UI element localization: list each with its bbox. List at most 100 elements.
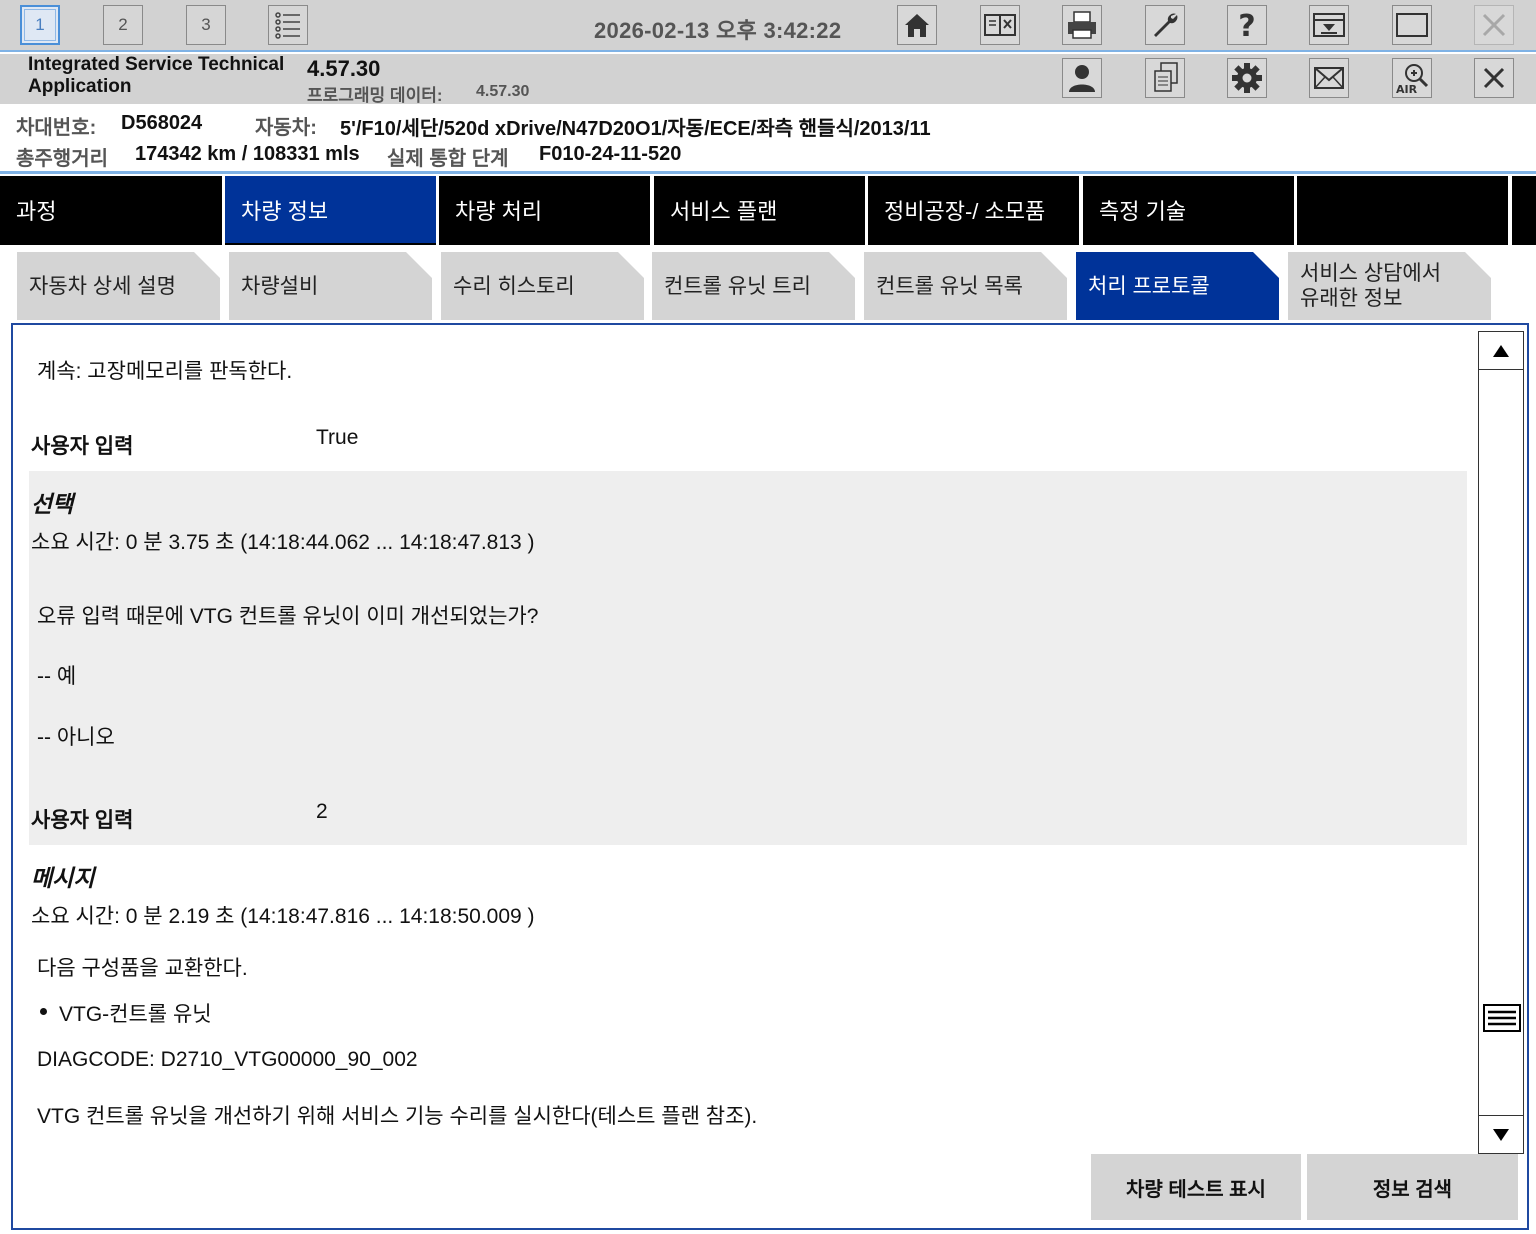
tab-process[interactable]: 과정 — [0, 176, 222, 245]
subtab-vehicle-description-label: 자동차 상세 설명 — [29, 274, 176, 298]
tab-measurement[interactable]: 측정 기술 — [1083, 176, 1294, 245]
user-icon — [1069, 65, 1095, 92]
close-app-button[interactable] — [1474, 5, 1514, 45]
app-version: 4.57.30 — [307, 56, 381, 81]
air-search-button[interactable]: AIR — [1392, 58, 1432, 98]
tab-measurement-label: 측정 기술 — [1099, 198, 1187, 224]
vertical-scrollbar[interactable] — [1478, 331, 1524, 1154]
subtab-equipment-label: 차량설비 — [241, 274, 319, 298]
continue-line: 계속: 고장메모리를 판독한다. — [37, 360, 293, 383]
info-search-button[interactable]: 정보 검색 — [1307, 1154, 1518, 1220]
tools-button[interactable] — [1145, 5, 1185, 45]
workspace-1-button[interactable]: 1 — [20, 5, 60, 45]
workspace-2-button[interactable]: 2 — [103, 5, 143, 45]
print-icon — [1068, 11, 1096, 39]
service-text: VTG 컨트롤 유닛을 개선하기 위해 서비스 기능 수리를 실시한다(테스트 … — [37, 1105, 758, 1128]
subtab-processing-protocol-label: 처리 프로토콜 — [1088, 274, 1210, 298]
subtab-processing-protocol[interactable]: 처리 프로토콜 — [1076, 252, 1279, 320]
user-input-value-2: 2 — [316, 800, 328, 823]
window-button[interactable] — [1392, 5, 1432, 45]
subtab-vehicle-description[interactable]: 자동차 상세 설명 — [17, 252, 220, 320]
subtab-control-unit-tree[interactable]: 컨트롤 유닛 트리 — [652, 252, 855, 320]
tab-workshop[interactable]: 정비공장-/ 소모품 — [868, 176, 1079, 245]
help-button[interactable]: ? — [1227, 5, 1267, 45]
subtab-repair-history[interactable]: 수리 히스토리 — [441, 252, 644, 320]
grip-icon — [1483, 1004, 1521, 1032]
tab-overflow[interactable] — [1512, 176, 1536, 245]
documents-icon — [1154, 62, 1178, 92]
component-item: VTG-컨트롤 유닛 — [59, 1003, 212, 1026]
ilevel-value: F010-24-11-520 — [539, 143, 682, 165]
mail-icon — [1314, 67, 1344, 89]
section-message-title: 메시지 — [31, 865, 95, 891]
subtab-control-unit-tree-label: 컨트롤 유닛 트리 — [664, 274, 811, 298]
workspace-3-button[interactable]: 3 — [186, 5, 226, 45]
option-no: -- 아니오 — [37, 726, 115, 749]
svg-text:AIR: AIR — [1396, 83, 1418, 95]
user-input-label-2: 사용자 입력 — [31, 809, 134, 832]
tab-vehicle-info-label: 차량 정보 — [241, 198, 329, 224]
protocol-content: 계속: 고장메모리를 판독한다. 사용자 입력 True 선택 소요 시간: 0… — [13, 325, 1477, 1145]
close-icon — [1482, 13, 1506, 37]
tab-service-plan[interactable]: 서비스 플랜 — [654, 176, 865, 245]
user-button[interactable] — [1062, 58, 1102, 98]
settings-button[interactable] — [1227, 58, 1267, 98]
app-name: Integrated Service Technical Application — [28, 54, 285, 97]
list-icon — [275, 12, 300, 39]
scroll-up-button[interactable] — [1479, 332, 1523, 370]
vehicle-value: 5'/F10/세단/520d xDrive/N47D20O1/자동/ECE/좌측… — [340, 118, 931, 140]
home-button[interactable] — [897, 5, 937, 45]
show-vehicle-test-label: 차량 테스트 표시 — [1126, 1178, 1266, 1201]
workspace-2-label: 2 — [118, 15, 128, 34]
subtab-control-unit-list-label: 컨트롤 유닛 목록 — [876, 274, 1023, 298]
subtab-control-unit-list[interactable]: 컨트롤 유닛 목록 — [864, 252, 1067, 320]
air-search-icon: AIR — [1396, 64, 1429, 95]
tab-workshop-label: 정비공장-/ 소모품 — [884, 198, 1046, 224]
tab-empty[interactable] — [1297, 176, 1508, 245]
close-session-button[interactable] — [1474, 58, 1514, 98]
show-vehicle-test-button[interactable]: 차량 테스트 표시 — [1091, 1154, 1301, 1220]
vehicle-info: 차대번호: D568024 자동차: 5'/F10/세단/520d xDrive… — [0, 104, 1536, 174]
top-toolbar: 1 2 3 2026-02-13 오후 3:42:22 ? — [0, 0, 1536, 52]
chassis-label: 차대번호: — [16, 117, 97, 139]
user-input-value-1: True — [316, 426, 359, 449]
tab-vehicle-processing-label: 차량 처리 — [455, 198, 543, 224]
wrench-icon — [1154, 13, 1178, 37]
documents-button[interactable] — [1145, 58, 1185, 98]
protocol-panel: 계속: 고장메모리를 판독한다. 사용자 입력 True 선택 소요 시간: 0… — [11, 323, 1529, 1230]
window-icon — [1396, 13, 1428, 37]
subtab-equipment[interactable]: 차량설비 — [229, 252, 432, 320]
workspace-1-label: 1 — [35, 15, 45, 34]
programming-data-value: 4.57.30 — [476, 83, 530, 100]
scroll-thumb[interactable] — [1483, 1004, 1521, 1032]
minimize-down-icon — [1313, 13, 1345, 37]
replace-text: 다음 구성품을 교환한다. — [37, 957, 248, 980]
scroll-down-button[interactable] — [1479, 1115, 1523, 1153]
split-view-icon — [984, 14, 1016, 36]
tab-service-plan-label: 서비스 플랜 — [670, 198, 778, 224]
diagcode-text: DIAGCODE: D2710_VTG00000_90_002 — [37, 1048, 418, 1071]
tab-vehicle-processing[interactable]: 차량 처리 — [439, 176, 650, 245]
duration-2: 소요 시간: 0 분 2.19 초 (14:18:47.816 ... 14:1… — [31, 905, 535, 928]
mail-button[interactable] — [1309, 58, 1349, 98]
close-icon — [1483, 67, 1505, 89]
user-input-label-1: 사용자 입력 — [31, 435, 134, 458]
tab-vehicle-info[interactable]: 차량 정보 — [225, 176, 436, 245]
question-text: 오류 입력 때문에 VTG 컨트롤 유닛이 이미 개선되었는가? — [37, 605, 539, 628]
sub-tabs: 자동차 상세 설명 차량설비 수리 히스토리 컨트롤 유닛 트리 컨트롤 유닛 … — [0, 252, 1536, 322]
split-view-button[interactable] — [980, 5, 1020, 45]
subtab-service-consultation[interactable]: 서비스 상담에서 유래한 정보 — [1288, 252, 1491, 320]
ilevel-label: 실제 통합 단계 — [387, 148, 509, 170]
list-button[interactable] — [268, 5, 308, 45]
programming-data-label: 프로그래밍 데이터: — [307, 86, 443, 105]
help-icon: ? — [1238, 9, 1255, 41]
subtab-service-consultation-label: 서비스 상담에서 유래한 정보 — [1300, 262, 1442, 310]
arrow-down-icon — [1493, 1128, 1509, 1141]
gear-icon — [1232, 63, 1262, 93]
tab-process-label: 과정 — [16, 198, 57, 224]
minimize-button[interactable] — [1309, 5, 1349, 45]
mileage-label: 총주행거리 — [16, 148, 108, 170]
print-button[interactable] — [1062, 5, 1102, 45]
option-yes: -- 예 — [37, 665, 77, 688]
app-header: Integrated Service Technical Application… — [0, 54, 1536, 105]
